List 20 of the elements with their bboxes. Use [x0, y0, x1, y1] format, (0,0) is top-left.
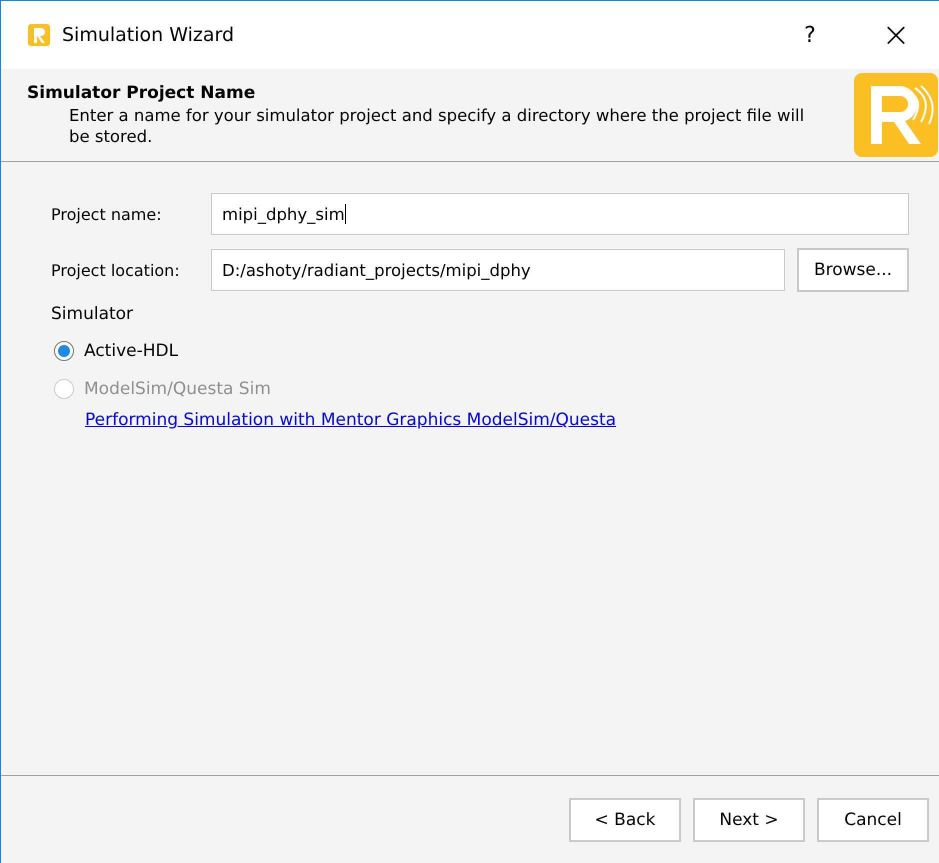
field-value: D:/ashoty/radiant_projects/mipi_dphy	[222, 260, 531, 280]
close-button[interactable]: ×	[853, 1, 939, 69]
browse-button[interactable]: Browse...	[797, 248, 909, 292]
field-value: mipi_dphy_sim	[222, 204, 345, 224]
radio-button[interactable]	[54, 341, 74, 361]
field-label: Project location:	[51, 260, 181, 280]
help-button[interactable]: ?	[767, 1, 853, 69]
wizard-button[interactable]: Next >	[693, 798, 805, 842]
app-logo-icon	[28, 24, 50, 46]
text-field[interactable]: mipi_dphy_sim	[211, 193, 909, 235]
section-label: Simulator	[51, 304, 134, 324]
wizard-button[interactable]: Cancel	[817, 798, 929, 842]
text-field[interactable]: D:/ashoty/radiant_projects/mipi_dphy	[211, 249, 785, 291]
page-description: Enter a name for your simulator project and specify a directory where the project file will be stored.	[68, 105, 806, 147]
page-title: Simulator Project Name	[27, 83, 256, 103]
wizard-button[interactable]: < Back	[569, 798, 681, 842]
help-link[interactable]: Performing Simulation with Mentor Graphics ModelSim/Questa	[85, 410, 616, 430]
radio-label[interactable]: Active-HDL	[84, 341, 178, 361]
field-label: Project name:	[51, 204, 163, 224]
window-title: Simulation Wizard	[62, 24, 234, 46]
